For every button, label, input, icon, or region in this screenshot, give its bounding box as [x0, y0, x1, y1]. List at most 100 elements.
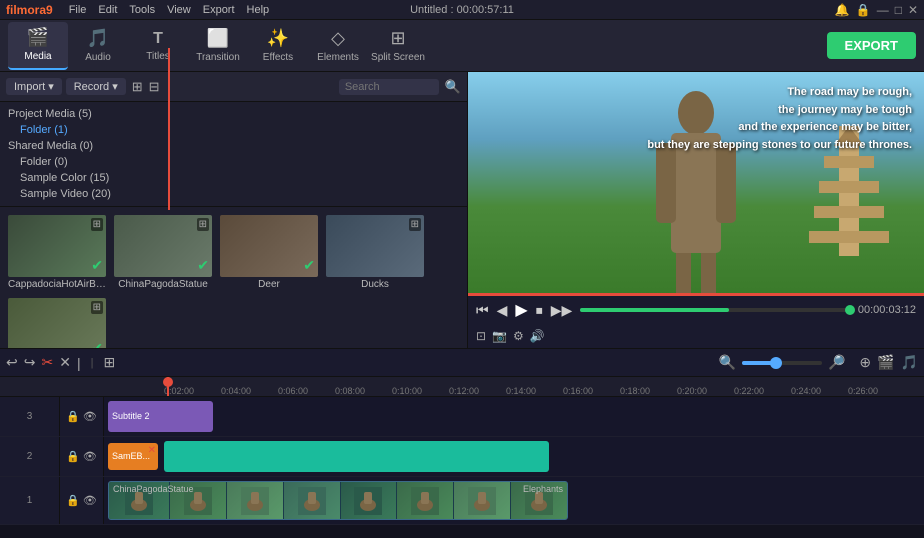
search-icon[interactable]: 🔍	[445, 79, 461, 95]
tab-audio[interactable]: 🎵 Audio	[68, 22, 128, 70]
tree-folder[interactable]: Folder (1)	[0, 122, 467, 138]
tree-project-media[interactable]: Project Media (5)	[0, 106, 467, 122]
ruler-mark-11: 0:24:00	[791, 386, 821, 396]
menu-tools[interactable]: Tools	[129, 4, 155, 16]
undo-btn[interactable]: ↩	[6, 354, 18, 371]
menu-file[interactable]: File	[69, 4, 87, 16]
split-btn[interactable]: |	[77, 355, 81, 371]
delete-btn[interactable]: ✕	[59, 354, 71, 371]
elements-label: Elements	[317, 52, 359, 63]
clip-close[interactable]: ✕	[148, 445, 156, 456]
menu-edit[interactable]: Edit	[98, 4, 117, 16]
menu-help[interactable]: Help	[247, 4, 270, 16]
track-clip-small[interactable]: SamEB... ✕	[108, 443, 158, 470]
track-lock-3[interactable]: 🔒	[66, 410, 80, 423]
corner-icon: ⊞	[91, 218, 103, 231]
track-controls-1: 🔒 👁	[60, 477, 104, 524]
back-btn[interactable]: ◀	[497, 302, 508, 319]
tab-transition[interactable]: ⬜ Transition	[188, 22, 248, 70]
menu-export[interactable]: Export	[203, 4, 235, 16]
strip-thumb-5	[341, 482, 398, 519]
splitscreen-icon: ⊞	[390, 28, 405, 49]
grid-icon[interactable]: ⊟	[149, 79, 160, 95]
import-button[interactable]: Import ▾	[6, 78, 62, 95]
list-item[interactable]: ⊞ ✔ Elephants	[8, 298, 106, 348]
ruler-mark-7: 0:16:00	[563, 386, 593, 396]
volume-btn[interactable]: 🔊	[530, 329, 545, 343]
main-area: Import ▾ Record ▾ ⊞ ⊟ 🔍 Project Media (5…	[0, 72, 924, 348]
tree-sample-video[interactable]: Sample Video (20)	[0, 186, 467, 202]
camera-btn[interactable]: 📷	[492, 329, 507, 343]
stop-btn[interactable]: ⏹	[536, 302, 543, 319]
playhead-head	[163, 377, 173, 387]
corner-icon: ⊞	[91, 301, 103, 314]
track-eye-1[interactable]: 👁	[83, 494, 97, 507]
track-eye-3[interactable]: 👁	[83, 410, 97, 423]
track-area-3[interactable]: Subtitle 2	[104, 397, 924, 436]
add-track-btn[interactable]: ⊕	[859, 354, 871, 371]
music-btn[interactable]: 🎵	[901, 354, 918, 371]
window-controls: 🔔 🔒 — □ ✕	[835, 3, 918, 17]
zoom-out-btn[interactable]: 🔍	[719, 354, 736, 371]
track-lock-2[interactable]: 🔒	[66, 450, 80, 463]
maximize-btn[interactable]: □	[895, 3, 902, 17]
strip-thumb-3	[227, 482, 284, 519]
notification-icon[interactable]: 🔔	[835, 3, 850, 17]
panel-toolbar: Import ▾ Record ▾ ⊞ ⊟ 🔍	[0, 72, 467, 102]
tree-shared-media[interactable]: Shared Media (0)	[0, 138, 467, 154]
media-item-label: ChinaPagodaStatue	[114, 279, 212, 290]
track-label-3: 3	[0, 397, 60, 436]
zoom-handle[interactable]	[770, 357, 782, 369]
tree-folder2[interactable]: Folder (0)	[0, 154, 467, 170]
full-screen-btn[interactable]: ⊡	[476, 329, 486, 343]
preview-footer: ⊡ 📷 ⚙ 🔊	[468, 324, 924, 348]
minimize-btn[interactable]: —	[877, 3, 889, 17]
export-button[interactable]: EXPORT	[827, 32, 916, 59]
list-item[interactable]: ⊞ ✔ ChinaPagodaStatue	[114, 215, 212, 290]
tab-splitscreen[interactable]: ⊞ Split Screen	[368, 22, 428, 70]
file-tree: Project Media (5) Folder (1) Shared Medi…	[0, 102, 467, 207]
tab-media[interactable]: 🎬 Media	[8, 22, 68, 70]
scissors-btn[interactable]: ✂	[41, 354, 53, 371]
search-input[interactable]	[339, 79, 439, 95]
clip-label: Subtitle 2	[112, 411, 150, 421]
track-clip-subtitle2[interactable]: Subtitle 2	[108, 401, 213, 432]
list-item[interactable]: ⊞ ✔ CappadociaHotAirBall...	[8, 215, 106, 290]
magnet-btn[interactable]: ⊞	[103, 354, 115, 371]
ruler-mark-6: 0:14:00	[506, 386, 536, 396]
video-strip[interactable]: ChinaPagodaStatue Elephants	[108, 481, 568, 520]
settings-btn[interactable]: ⚙	[513, 329, 524, 343]
progress-fill	[580, 308, 728, 312]
track-lock-1[interactable]: 🔒	[66, 494, 80, 507]
track-area-1[interactable]: ChinaPagodaStatue Elephants	[104, 477, 924, 524]
strip-thumb-1	[109, 482, 170, 519]
lock-icon[interactable]: 🔒	[856, 3, 871, 17]
media-item-label: Deer	[220, 279, 318, 290]
progress-handle[interactable]	[845, 305, 855, 315]
menu-view[interactable]: View	[167, 4, 191, 16]
play-btn[interactable]: ▶	[515, 300, 527, 320]
ruler-mark-1: 0:04:00	[221, 386, 251, 396]
progress-bar[interactable]	[580, 308, 850, 312]
film-btn[interactable]: 🎬	[877, 354, 894, 371]
list-item[interactable]: ✔ Deer	[220, 215, 318, 290]
redo-btn[interactable]: ↪	[24, 354, 36, 371]
forward-btn[interactable]: ▶▶	[551, 302, 573, 319]
zoom-slider[interactable]	[742, 361, 822, 365]
menu-bar: filmora9 File Edit Tools View Export Hel…	[0, 0, 924, 20]
close-btn[interactable]: ✕	[908, 3, 918, 17]
track-label-1: 1	[0, 477, 60, 524]
tree-sample-color[interactable]: Sample Color (15)	[0, 170, 467, 186]
filter-icon[interactable]: ⊞	[132, 79, 143, 95]
tab-elements[interactable]: ◇ Elements	[308, 22, 368, 70]
track-clip-main[interactable]	[164, 441, 549, 472]
tab-effects[interactable]: ✨ Effects	[248, 22, 308, 70]
record-button[interactable]: Record ▾	[66, 78, 126, 95]
prev-frame-btn[interactable]: ⏮	[476, 302, 489, 319]
track-eye-2[interactable]: 👁	[83, 450, 97, 463]
zoom-in-btn[interactable]: 🔎	[828, 354, 845, 371]
title-bar: Untitled : 00:00:57:11	[410, 0, 514, 20]
tab-titles[interactable]: T Titles	[128, 22, 188, 70]
track-area-2[interactable]: SamEB... ✕	[104, 437, 924, 476]
list-item[interactable]: ⊞ Ducks	[326, 215, 424, 290]
